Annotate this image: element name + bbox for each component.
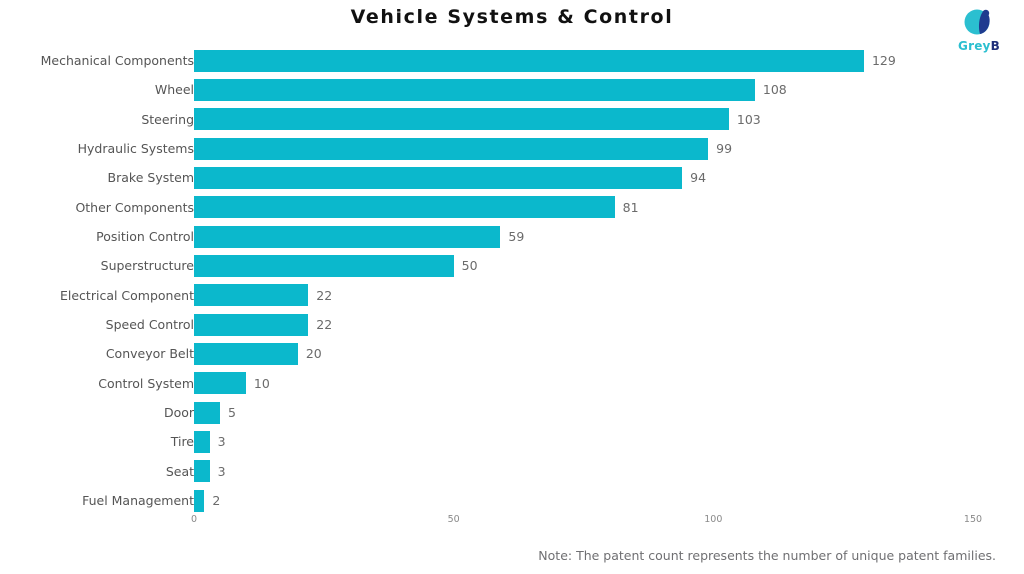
bar-value-label: 22 — [316, 317, 333, 333]
bar-row: Superstructure 50 — [0, 251, 1024, 280]
bar-track: 22 — [194, 281, 1024, 310]
bar-track: 3 — [194, 427, 1024, 456]
bar-track: 81 — [194, 193, 1024, 222]
bar-category-label: Electrical Component — [60, 287, 194, 303]
bar-value-label: 81 — [622, 199, 639, 215]
bar-category-label: Steering — [141, 111, 194, 127]
bar-category-label: Other Components — [75, 199, 194, 215]
bar-chart-plot-area: Mechanical Components 129 Wheel 108 Steering… — [0, 46, 1024, 512]
bar[interactable] — [194, 137, 709, 160]
bar-category-label: Brake System — [107, 170, 194, 186]
bar-row: Speed Control 22 — [0, 310, 1024, 339]
bar-row: Fuel Management 2 — [0, 486, 1024, 515]
bar[interactable] — [194, 489, 205, 512]
bar-value-label: 59 — [508, 229, 525, 245]
bar-track: 99 — [194, 134, 1024, 163]
bar-category-label: Hydraulic Systems — [77, 141, 194, 157]
bar-track: 108 — [194, 75, 1024, 104]
bar-value-label: 3 — [217, 434, 226, 450]
bar-track: 2 — [194, 486, 1024, 515]
bar-track: 22 — [194, 310, 1024, 339]
bar[interactable] — [194, 460, 210, 483]
bar-value-label: 2 — [212, 493, 221, 509]
bar-row: Control System 10 — [0, 369, 1024, 398]
bar[interactable] — [194, 49, 864, 72]
bar-category-label: Door — [163, 405, 194, 421]
bar-row: Tire 3 — [0, 427, 1024, 456]
bar-row: Steering 103 — [0, 105, 1024, 134]
bar-category-label: Fuel Management — [82, 493, 194, 509]
x-axis-tick-label: 0 — [190, 514, 198, 525]
bar[interactable] — [194, 108, 729, 131]
bar-value-label: 50 — [461, 258, 478, 274]
bar-value-label: 22 — [316, 287, 333, 303]
x-axis-tick-label: 100 — [704, 514, 723, 525]
bar[interactable] — [194, 431, 210, 454]
bar-row: Position Control 59 — [0, 222, 1024, 251]
x-axis-tick-label: 50 — [447, 514, 460, 525]
bar[interactable] — [194, 313, 309, 336]
bar-track: 129 — [194, 46, 1024, 75]
bar-row: Door 5 — [0, 398, 1024, 427]
bar-track: 103 — [194, 105, 1024, 134]
bar-track: 3 — [194, 457, 1024, 486]
bar-row: Hydraulic Systems 99 — [0, 134, 1024, 163]
bar-track: 10 — [194, 369, 1024, 398]
bar-row: Mechanical Components 129 — [0, 46, 1024, 75]
bar-category-label: Mechanical Components — [40, 53, 194, 68]
bar[interactable] — [194, 196, 615, 219]
bar-category-label: Wheel — [154, 82, 194, 98]
bar-category-label: Superstructure — [100, 258, 194, 274]
bar-track: 5 — [194, 398, 1024, 427]
bar[interactable] — [194, 343, 298, 366]
bar-value-label: 108 — [762, 82, 787, 98]
bar-category-label: Conveyor Belt — [105, 346, 194, 362]
greyb-logo-icon — [964, 9, 990, 35]
bar-value-label: 10 — [253, 375, 270, 391]
bar[interactable] — [194, 372, 246, 395]
bar-value-label: 94 — [690, 170, 707, 186]
bar-row: Wheel 108 — [0, 75, 1024, 104]
bar-track: 94 — [194, 163, 1024, 192]
bar-category-label: Tire — [170, 434, 194, 450]
x-axis-tick-label: 150 — [963, 514, 983, 525]
bar[interactable] — [194, 255, 454, 277]
bar-row: Electrical Component 22 — [0, 281, 1024, 310]
bar-category-label: Seat — [165, 463, 194, 479]
bar-track: 50 — [194, 251, 1024, 280]
x-axis: 0 50 100 150 — [0, 514, 1024, 534]
bar-row: Other Components 81 — [0, 193, 1024, 222]
bar-value-label: 5 — [227, 405, 236, 421]
page-title: Vehicle Systems & Control — [350, 6, 674, 28]
bar-value-label: 129 — [871, 53, 896, 68]
bar[interactable] — [194, 284, 309, 307]
bar[interactable] — [194, 225, 501, 248]
bar-category-label: Control System — [98, 375, 194, 391]
bar-value-label: 3 — [217, 463, 226, 479]
bar-row: Brake System 94 — [0, 163, 1024, 192]
bar-track: 59 — [194, 222, 1024, 251]
bar-value-label: 99 — [716, 141, 733, 157]
bar-value-label: 103 — [736, 111, 761, 127]
bar[interactable] — [194, 401, 220, 424]
bar[interactable] — [194, 78, 755, 101]
bar-category-label: Speed Control — [105, 317, 194, 333]
bar-track: 20 — [194, 339, 1024, 368]
bar-row: Conveyor Belt 20 — [0, 339, 1024, 368]
bar-value-label: 20 — [305, 346, 322, 362]
bar-row: Seat 3 — [0, 457, 1024, 486]
bar-category-label: Position Control — [96, 229, 194, 245]
chart-footnote: Note: The patent count represents the nu… — [538, 548, 996, 563]
bar[interactable] — [194, 166, 683, 189]
